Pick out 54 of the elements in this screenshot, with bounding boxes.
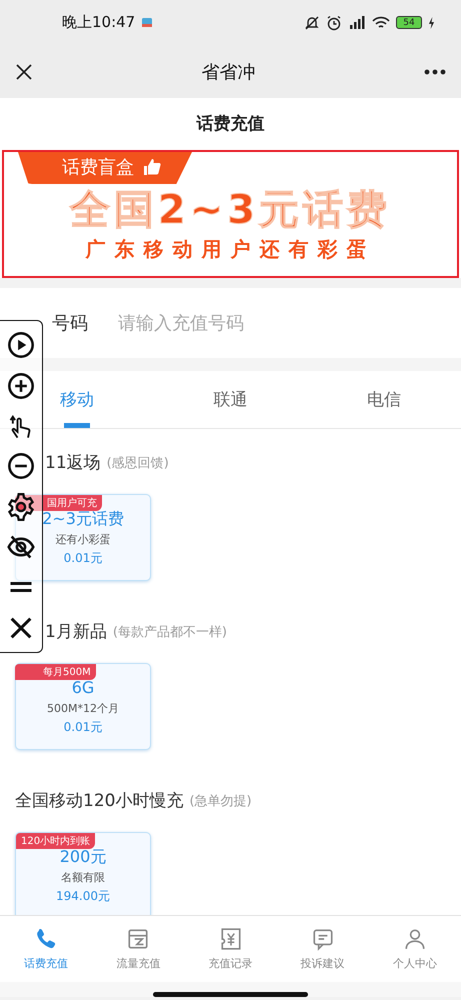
- product-badge: 每月500M: [15, 664, 96, 680]
- nav-tab[interactable]: 个人中心: [368, 916, 461, 982]
- section-note: (急单勿提): [189, 792, 252, 810]
- app-notification-icon: [141, 16, 154, 28]
- product-badge: 120小时内到账: [16, 833, 96, 849]
- carrier-tab[interactable]: 电信: [307, 371, 461, 428]
- carrier-tab[interactable]: 移动: [0, 371, 154, 428]
- banner-headline: 全国2~3元话费: [70, 186, 392, 234]
- alarm-icon: [326, 14, 342, 30]
- clock-time: 晚上10:47: [62, 13, 136, 32]
- product-price: 0.01元: [64, 719, 102, 736]
- product-price: 194.00元: [56, 888, 110, 905]
- field-label: 号码: [52, 312, 88, 335]
- phone-number-field[interactable]: 请输入充值号码: [116, 312, 380, 334]
- product-card[interactable]: 120小时内到账 200元 名额有限 194.00元: [15, 832, 151, 915]
- product-card[interactable]: 国用户可充 2~3元话费 还有小彩蛋 0.01元: [15, 494, 151, 581]
- product-name: 2~3元话费: [42, 509, 124, 529]
- person-icon: [402, 927, 427, 952]
- data-card-icon: [126, 927, 150, 952]
- banner-subline: 广东移动用户还有彩蛋: [86, 236, 376, 263]
- app-title: 省省冲: [202, 60, 256, 84]
- thumbs-up-icon: [142, 157, 162, 177]
- section-note: (感恩回馈): [106, 454, 169, 472]
- charging-icon: [428, 16, 435, 28]
- bell-muted-icon: [304, 14, 320, 30]
- product-description: 还有小彩蛋: [56, 532, 110, 547]
- product-description: 名额有限: [61, 870, 105, 885]
- battery-indicator: 54: [396, 16, 422, 29]
- nav-tab[interactable]: 充值记录: [184, 916, 277, 982]
- page-title: 话费充值: [196, 112, 264, 134]
- promo-banner[interactable]: 话费盲盒 全国2~3元话费 广东移动用户还有彩蛋: [2, 150, 459, 278]
- nav-tab[interactable]: 话费充值: [0, 916, 92, 982]
- section-title: 全国移动120小时慢充: [15, 790, 184, 812]
- product-price: 0.01元: [64, 550, 102, 567]
- section-title: 11返场: [45, 452, 101, 474]
- settings-icon[interactable]: [7, 492, 35, 521]
- nav-tab[interactable]: 投诉建议: [276, 916, 369, 982]
- more-icon[interactable]: [423, 68, 447, 76]
- play-icon[interactable]: [7, 331, 35, 360]
- receipt-icon: [218, 927, 242, 952]
- product-name: 200元: [60, 847, 106, 867]
- close-icon[interactable]: [14, 62, 34, 82]
- wifi-icon: [372, 16, 390, 30]
- signal-icon: [348, 16, 366, 30]
- carrier-tab[interactable]: 联通: [154, 371, 308, 428]
- zoom-in-icon[interactable]: [7, 372, 35, 400]
- product-card[interactable]: 每月500M 6G 500M*12个月 0.01元: [15, 663, 151, 750]
- zoom-out-icon[interactable]: [7, 452, 35, 480]
- nav-tab[interactable]: 流量充值: [92, 916, 184, 982]
- section-title: 1月新品: [45, 621, 107, 643]
- product-description: 500M*12个月: [47, 701, 119, 716]
- message-icon: [310, 927, 335, 952]
- product-name: 6G: [72, 678, 94, 698]
- section-note: (每款产品都不一样): [112, 624, 227, 640]
